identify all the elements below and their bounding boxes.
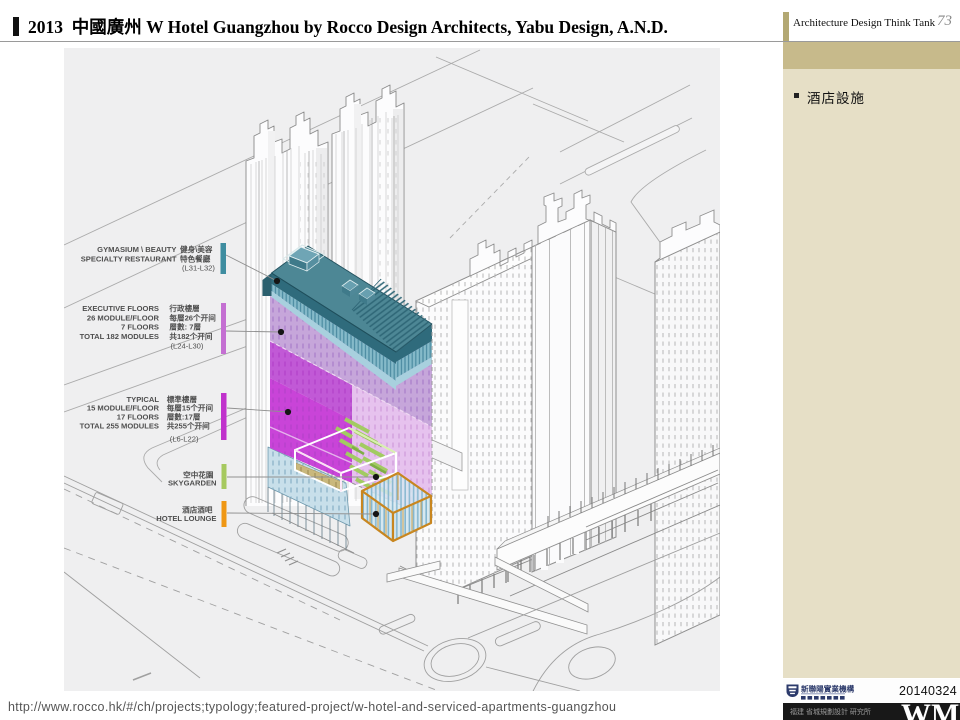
svg-text:行政樓層: 行政樓層: [168, 303, 199, 313]
svg-text:特色餐廳: 特色餐廳: [180, 254, 211, 264]
svg-text:每層15个开间: 每層15个开间: [167, 403, 214, 413]
svg-text:標準樓層: 標準樓層: [167, 394, 197, 404]
svg-text:層數: 7層: 層數: 7層: [169, 322, 201, 332]
svg-text:7 FLOORS: 7 FLOORS: [121, 323, 159, 332]
svg-text:共182个开间: 共182个开间: [169, 331, 212, 341]
svg-text:共255个开间: 共255个开间: [167, 421, 210, 431]
svg-text:酒店酒吧: 酒店酒吧: [182, 505, 213, 515]
svg-text:HOTEL LOUNGE: HOTEL LOUNGE: [156, 514, 216, 523]
svg-text:新聯陽實業機構: 新聯陽實業機構: [801, 683, 855, 693]
svg-text:SPECIALTY RESTAURANT: SPECIALTY RESTAURANT: [81, 255, 177, 264]
svg-text:TOTAL 255 MODULES: TOTAL 255 MODULES: [80, 422, 159, 431]
svg-text:15 MODULE/FLOOR: 15 MODULE/FLOOR: [87, 404, 160, 413]
svg-text:(L6-L22): (L6-L22): [170, 435, 199, 444]
svg-text:每層26个开间: 每層26个开间: [169, 313, 216, 323]
svg-text:EXECUTIVE FLOORS: EXECUTIVE FLOORS: [82, 304, 159, 313]
svg-text:健身\美容: 健身\美容: [180, 244, 213, 254]
svg-text:TOTAL 182 MODULES: TOTAL 182 MODULES: [80, 332, 159, 341]
svg-text:17 FLOORS: 17 FLOORS: [117, 413, 159, 422]
svg-text:SKYGARDEN: SKYGARDEN: [168, 479, 217, 488]
svg-text:26 MODULE/FLOOR: 26 MODULE/FLOOR: [87, 314, 160, 323]
svg-text:GYMASIUM \ BEAUTY: GYMASIUM \ BEAUTY: [97, 245, 176, 254]
svg-text:(L24-L30): (L24-L30): [171, 342, 204, 351]
svg-text:層數:17層: 層數:17層: [167, 412, 201, 422]
svg-text:(L31-L32): (L31-L32): [182, 264, 215, 273]
